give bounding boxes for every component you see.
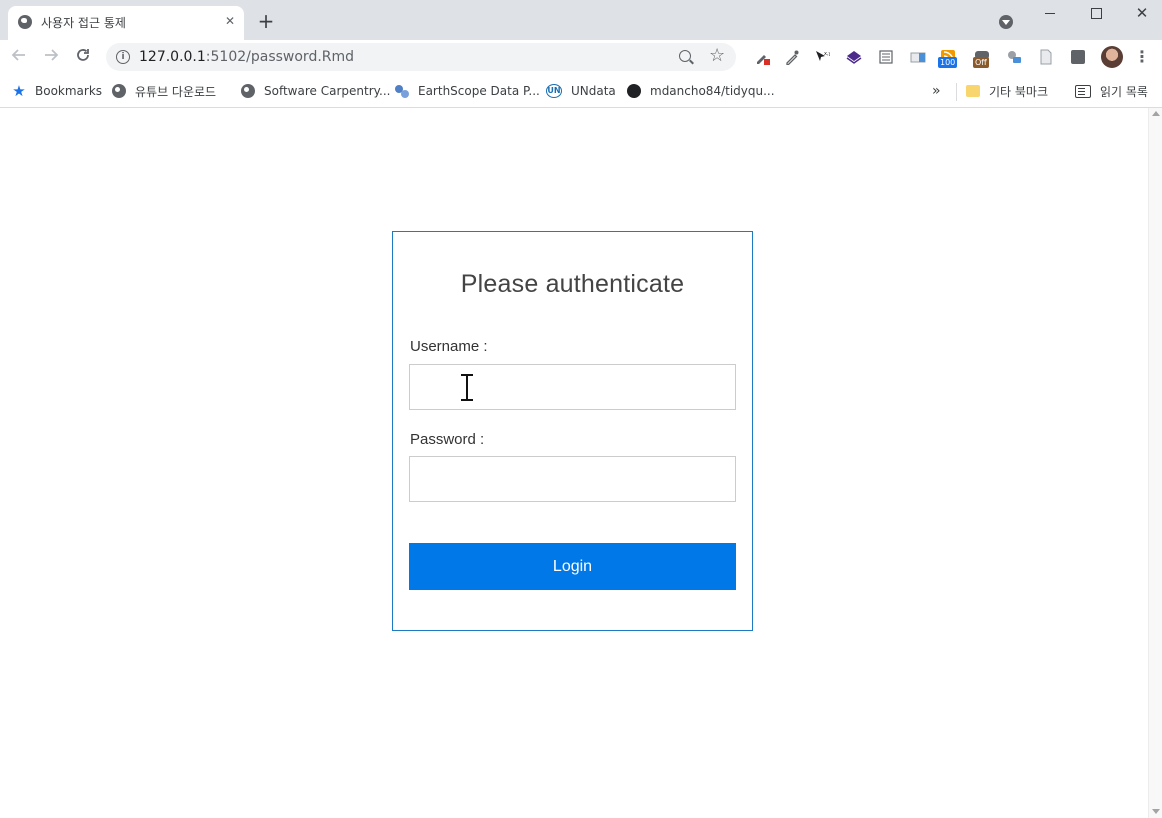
svg-text:x,y: x,y [824,51,830,57]
box-extension-icon[interactable] [910,49,926,65]
cursor-xy-extension-icon[interactable]: x,y [814,49,830,65]
forward-button[interactable] [39,46,63,70]
bookmark-item-undata[interactable]: UN UNdata [546,81,616,101]
scroll-up-arrow-icon[interactable] [1152,111,1160,116]
earthscope-icon [395,84,409,98]
github-icon [627,84,641,98]
bookmark-item-software-carpentry[interactable]: Software Carpentry... [241,81,390,101]
minimize-button[interactable] [1027,2,1073,26]
bookmark-label: 유튜브 다운로드 [135,84,217,99]
reading-list-button[interactable]: 읽기 목록 [1075,81,1148,101]
tab-strip: 사용자 접근 통제 ✕ + ✕ [0,0,1162,40]
toggle-badge: Off [973,57,989,68]
scroll-down-arrow-icon[interactable] [1152,809,1160,814]
arrow-right-icon [45,49,59,61]
url-path: :5102/password.Rmd [205,49,355,65]
site-info-icon[interactable]: i [116,50,130,64]
other-bookmarks-folder[interactable]: 기타 북마크 [966,81,1048,101]
login-button[interactable]: Login [409,543,736,590]
browser-toolbar: i 127.0.0.1:5102/password.Rmd ☆ x,y 100 … [0,40,1162,76]
reading-list-label: 읽기 목록 [1100,84,1148,99]
rss-badge: 100 [938,57,958,68]
auth-panel: Please authenticate Username : Password … [392,231,753,631]
back-button[interactable] [7,46,31,70]
bookmarks-divider [956,83,957,101]
minimize-icon [1045,12,1055,14]
maximize-button[interactable] [1073,2,1119,26]
dropper-extension-icon[interactable] [784,49,800,65]
bookmark-item-earthscope[interactable]: EarthScope Data P... [395,81,540,101]
url-text: 127.0.0.1:5102/password.Rmd [139,49,354,65]
undata-icon: UN [546,84,562,98]
tab-close-icon[interactable]: ✕ [222,13,238,29]
new-tab-button[interactable]: + [256,11,276,31]
reader-extension-icon[interactable] [878,49,894,65]
bookmark-label: Software Carpentry... [264,84,391,98]
globe-icon [18,15,32,29]
active-tab[interactable]: 사용자 접근 통제 ✕ [8,6,244,40]
tab-search-icon[interactable] [999,15,1013,29]
other-bookmarks-label: 기타 북마크 [989,84,1049,99]
bookmarks-overflow-button[interactable]: » [932,82,941,100]
username-input[interactable] [409,364,736,410]
bookmark-label: UNdata [571,84,616,98]
address-bar[interactable]: i 127.0.0.1:5102/password.Rmd ☆ [106,43,736,71]
translate-extension-icon[interactable] [1006,49,1022,65]
bookmark-label: Bookmarks [35,84,103,98]
arrow-left-icon [11,49,25,61]
tab-title: 사용자 접근 통제 [41,16,126,30]
text-cursor-icon [460,374,474,401]
reading-list-icon [1075,84,1091,98]
profile-avatar[interactable] [1101,46,1123,68]
folder-icon [966,85,980,97]
url-host: 127.0.0.1 [139,49,206,65]
reload-icon [77,49,89,61]
bookmark-label: mdancho84/tidyqu... [650,84,775,98]
globe-icon [241,84,255,98]
bookmark-label: EarthScope Data P... [418,84,540,98]
maximize-icon [1090,7,1102,19]
password-input[interactable] [409,456,736,502]
eyedropper-extension-icon[interactable] [754,49,770,65]
page-title: Please authenticate [460,270,685,298]
username-label: Username : [410,338,488,355]
bookmark-item-bookmarks[interactable]: ★ Bookmarks [12,81,102,101]
bookmark-item-youtube-download[interactable]: 유튜브 다운로드 [112,81,216,101]
page-extension-icon[interactable] [1038,49,1054,65]
close-window-button[interactable]: ✕ [1119,2,1162,26]
reload-button[interactable] [71,46,95,70]
extensions-area: x,y 100 Off [746,40,1092,76]
extensions-puzzle-icon[interactable] [1071,50,1085,64]
bookmark-star-icon[interactable]: ☆ [709,46,725,66]
bookmark-item-github-tidyquant[interactable]: mdancho84/tidyqu... [627,81,775,101]
bookmarks-bar: ★ Bookmarks 유튜브 다운로드 Software Carpentry.… [0,76,1162,108]
password-label: Password : [410,431,485,448]
layers-extension-icon[interactable] [846,49,862,65]
zoom-icon[interactable] [679,50,691,62]
vertical-scrollbar[interactable] [1148,108,1162,818]
star-icon: ★ [12,82,26,100]
menu-kebab-icon[interactable]: ⋮ [1134,47,1150,67]
globe-icon [112,84,126,98]
